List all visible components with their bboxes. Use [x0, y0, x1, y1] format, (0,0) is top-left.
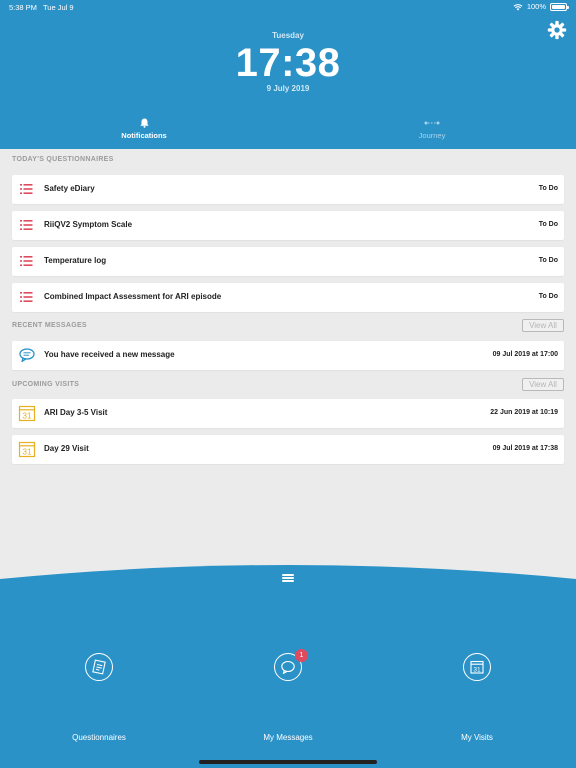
list-icon [20, 256, 33, 266]
nav-questionnaires-label: Questionnaires [72, 733, 126, 742]
calendar-icon: 31 [463, 653, 491, 681]
list-icon [20, 292, 33, 302]
messages-badge: 1 [295, 649, 308, 662]
visit-time: 09 Jul 2019 at 17:38 [492, 445, 558, 452]
home-indicator[interactable] [199, 760, 377, 764]
calendar-icon: 31 [18, 405, 36, 422]
status-time: 5:38 PM [9, 3, 37, 12]
visits-view-all-button[interactable]: View All [522, 378, 564, 391]
questionnaire-status: To Do [538, 185, 558, 192]
wifi-icon [513, 3, 523, 10]
svg-text:31: 31 [23, 448, 32, 457]
visits-section-title: UPCOMING VISITS [12, 381, 80, 388]
nav-my-messages[interactable]: 1 [208, 649, 368, 681]
battery-icon [550, 2, 569, 11]
questionnaire-item[interactable]: RiiQV2 Symptom Scale To Do [12, 211, 564, 240]
message-item[interactable]: You have received a new message 09 Jul 2… [12, 341, 564, 370]
header: 5:38 PM Tue Jul 9 100% Tuesday 17:38 9 J… [0, 0, 576, 149]
status-right: 100% [513, 2, 569, 11]
message-time: 09 Jul 2019 at 17:00 [492, 351, 558, 358]
questionnaire-status: To Do [538, 221, 558, 228]
questionnaire-label: Temperature log [44, 256, 107, 265]
header-clock: 17:38 [235, 41, 341, 85]
bottom-nav-panel: 1 31 Questionnaires My Messages My Visit… [0, 565, 576, 768]
nav-my-visits[interactable]: 31 [397, 653, 557, 681]
tab-journey-label: Journey [418, 131, 446, 140]
questionnaire-label: Combined Impact Assessment for ARI episo… [44, 292, 222, 301]
questionnaire-status: To Do [538, 257, 558, 264]
nav-questionnaires[interactable] [19, 653, 179, 681]
svg-text:31: 31 [473, 667, 481, 674]
visit-label: Day 29 Visit [44, 444, 89, 453]
list-icon [20, 184, 33, 194]
chat-bubble-icon [19, 348, 35, 363]
questionnaire-icon [85, 653, 113, 681]
messages-view-all-button[interactable]: View All [522, 319, 564, 332]
questionnaire-status: To Do [538, 293, 558, 300]
questionnaires-section-title: TODAY'S QUESTIONNAIRES [12, 156, 114, 163]
gear-icon[interactable] [547, 20, 567, 40]
tab-notifications[interactable]: Notifications [84, 118, 204, 140]
visit-label: ARI Day 3-5 Visit [44, 408, 108, 417]
status-bar: 5:38 PM Tue Jul 9 100% [0, 0, 576, 14]
journey-icon [424, 121, 440, 125]
drag-handle-icon[interactable] [282, 574, 294, 583]
header-day: Tuesday [272, 31, 304, 40]
header-date: 9 July 2019 [266, 84, 310, 93]
tab-notifications-label: Notifications [121, 131, 167, 140]
questionnaire-label: Safety eDiary [44, 184, 95, 193]
visit-item[interactable]: 31 ARI Day 3-5 Visit 22 Jun 2019 at 10:1… [12, 399, 564, 428]
tab-journey[interactable]: Journey [372, 118, 492, 140]
nav-my-visits-label: My Visits [461, 733, 493, 742]
calendar-icon: 31 [18, 441, 36, 458]
questionnaire-label: RiiQV2 Symptom Scale [44, 220, 133, 229]
questionnaire-item[interactable]: Safety eDiary To Do [12, 175, 564, 204]
visit-time: 22 Jun 2019 at 10:19 [490, 409, 558, 416]
messages-icon: 1 [274, 649, 308, 681]
questionnaire-item[interactable]: Temperature log To Do [12, 247, 564, 276]
svg-text:31: 31 [23, 412, 32, 421]
battery-percent: 100% [526, 2, 546, 11]
bell-icon [139, 118, 149, 128]
status-date: Tue Jul 9 [43, 3, 74, 12]
message-label: You have received a new message [44, 350, 175, 359]
list-icon [20, 220, 33, 230]
messages-section-title: RECENT MESSAGES [12, 322, 87, 329]
visit-item[interactable]: 31 Day 29 Visit 09 Jul 2019 at 17:38 [12, 435, 564, 464]
questionnaire-item[interactable]: Combined Impact Assessment for ARI episo… [12, 283, 564, 312]
nav-my-messages-label: My Messages [263, 733, 313, 742]
